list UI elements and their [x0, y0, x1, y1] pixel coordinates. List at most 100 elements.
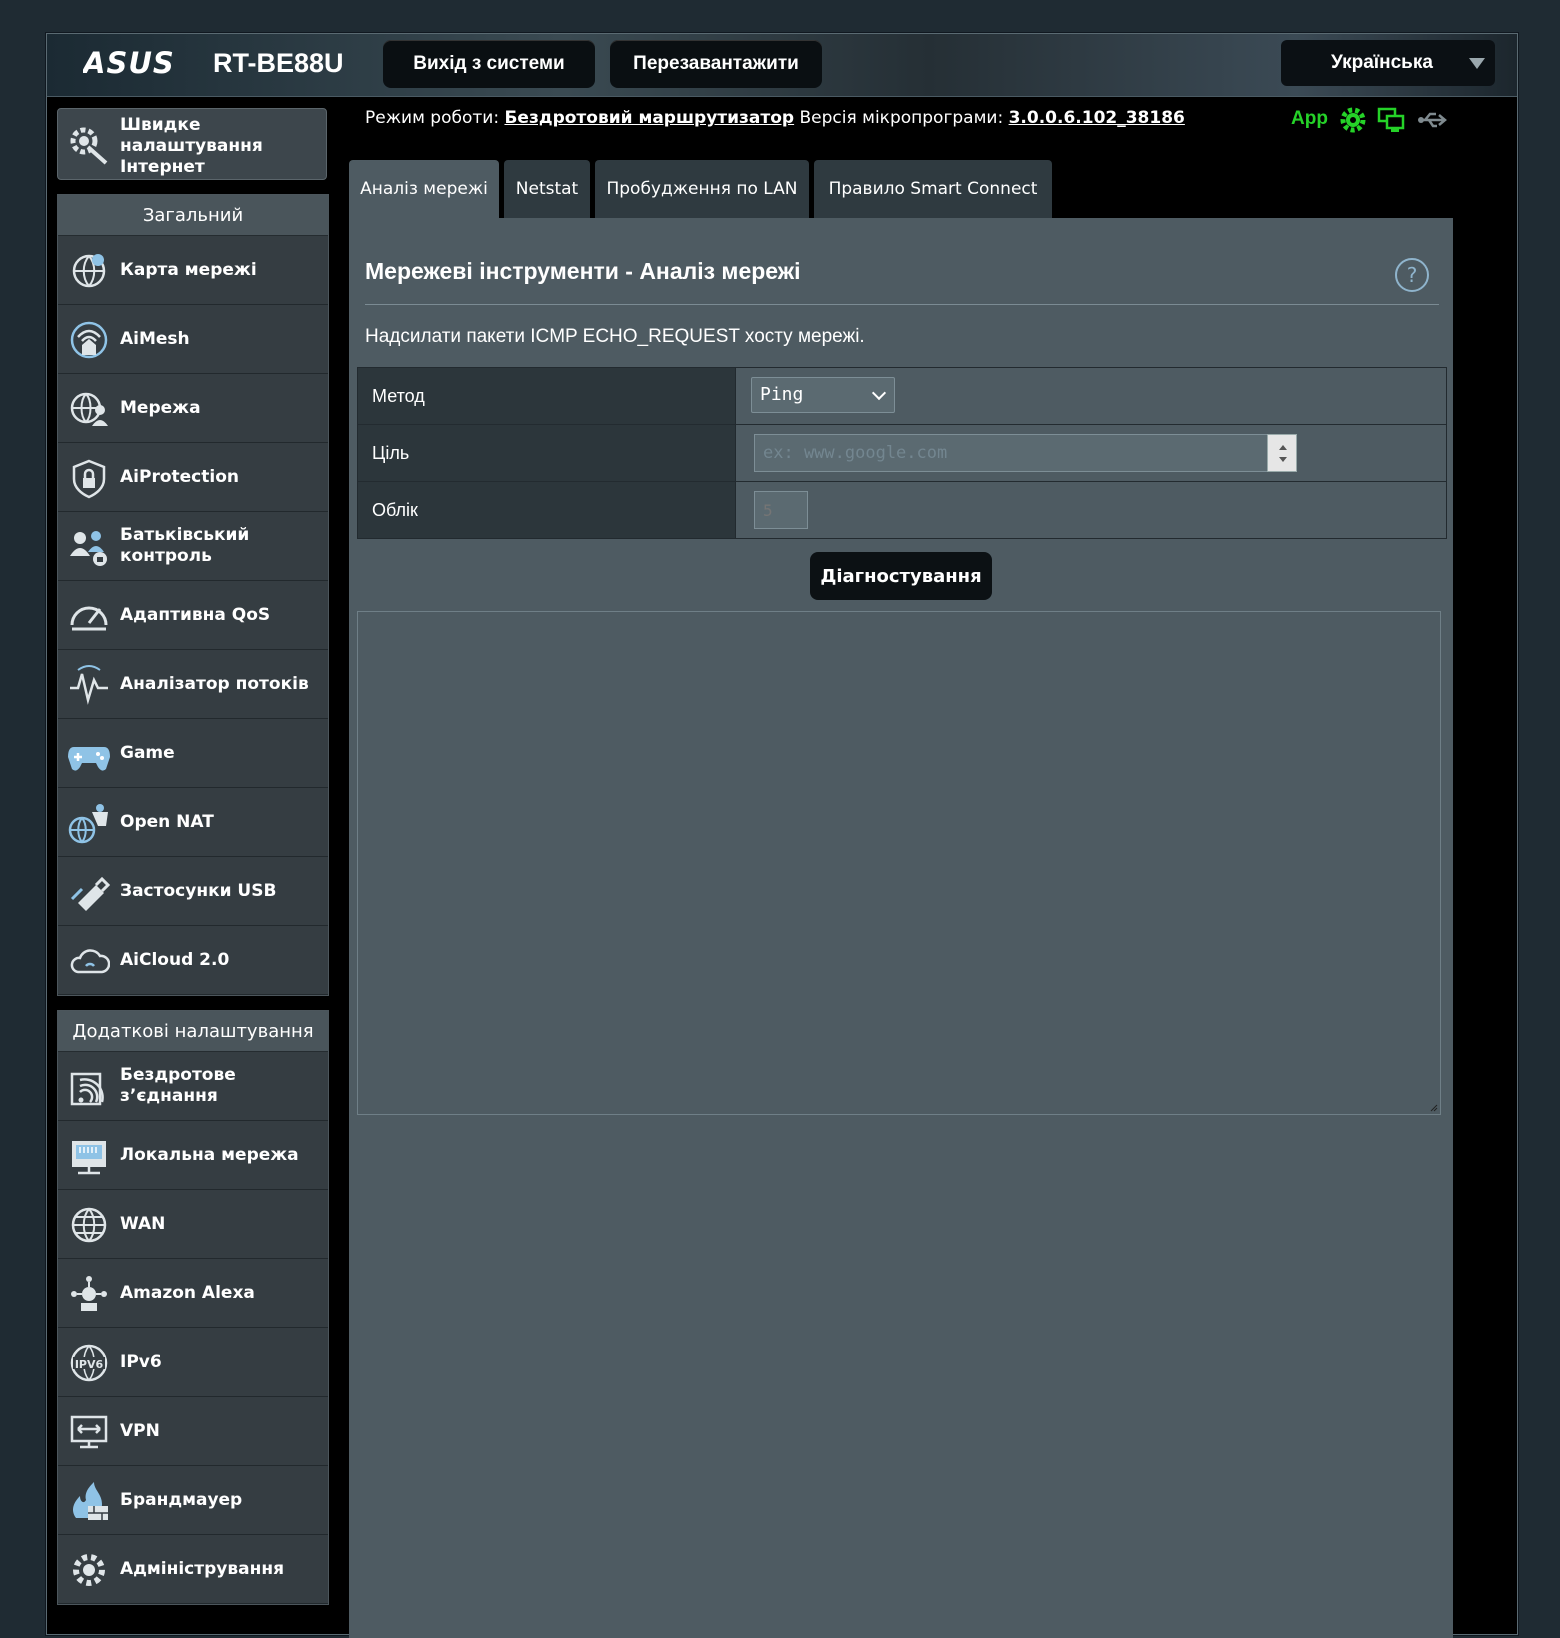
logout-button[interactable]: Вихід з системи — [383, 40, 595, 88]
sidebar-item-label: Брандмауер — [120, 1489, 243, 1510]
method-select[interactable]: Ping — [751, 377, 895, 413]
sidebar-item-admin-gear[interactable]: Адміністрування — [58, 1535, 328, 1604]
sidebar-item-gamepad[interactable]: Game — [58, 719, 328, 788]
sidebar-item-firewall[interactable]: Брандмауер — [58, 1466, 328, 1535]
sidebar-item-qos-gauge[interactable]: Адаптивна QoS — [58, 581, 328, 650]
tab-netstat[interactable]: Netstat — [504, 160, 590, 218]
result-output-textarea[interactable] — [357, 611, 1441, 1115]
method-label: Метод — [358, 368, 736, 424]
form-row-count: Облік — [358, 482, 1446, 538]
tab-network-analysis[interactable]: Аналіз мережі — [349, 160, 499, 218]
ipv6-icon: IPV6 — [68, 1342, 110, 1384]
language-select[interactable]: Українська — [1281, 40, 1495, 86]
gear-status-icon[interactable] — [1337, 104, 1369, 136]
sidebar-item-aimesh[interactable]: AiMesh — [58, 305, 328, 374]
sidebar-item-wireless[interactable]: Бездротове з’єднання — [58, 1052, 328, 1121]
sidebar-item-shield[interactable]: AiProtection — [58, 443, 328, 512]
traffic-analyzer-icon — [68, 664, 110, 706]
sidebar-item-label: Адміністрування — [120, 1558, 284, 1579]
svg-text:IPV6: IPV6 — [75, 1358, 104, 1371]
sidebar-item-alexa[interactable]: Amazon Alexa — [58, 1259, 328, 1328]
count-input[interactable] — [754, 491, 808, 529]
top-header: ASUS RT-BE88U Вихід з системи Перезавант… — [47, 34, 1517, 97]
spin-down-icon — [1279, 457, 1287, 462]
sidebar-item-label: Застосунки USB — [120, 880, 277, 901]
firewall-icon — [68, 1480, 110, 1522]
sidebar-item-label: Game — [120, 742, 175, 763]
qos-gauge-icon — [68, 595, 110, 637]
chevron-down-icon — [871, 385, 887, 401]
sidebar-item-label: VPN — [120, 1420, 160, 1441]
tab-wake-on-lan[interactable]: Пробудження по LAN — [595, 160, 809, 218]
page-title: Мережеві інструменти - Аналіз мережі — [365, 258, 801, 284]
page-description: Надсилати пакети ICMP ECHO_REQUEST хосту… — [365, 326, 865, 347]
sidebar-item-label: IPv6 — [120, 1351, 162, 1372]
router-model: RT-BE88U — [213, 48, 344, 78]
sidebar-item-lan[interactable]: Локальна мережа — [58, 1121, 328, 1190]
usb-status-icon[interactable] — [1417, 110, 1449, 130]
sidebar-item-label: Батьківський контроль — [120, 525, 250, 566]
divider — [365, 304, 1439, 305]
chevron-down-icon — [1469, 58, 1485, 69]
app-link[interactable]: App — [1291, 108, 1328, 130]
main-panel: Мережеві інструменти - Аналіз мережі ? Н… — [349, 218, 1453, 1638]
sidebar-item-cloud[interactable]: AiCloud 2.0 — [58, 926, 328, 995]
sidebar-item-label: WAN — [120, 1213, 166, 1234]
general-menu: Загальний Карта мережі AiMesh Мережа AiProt… — [57, 194, 329, 996]
operation-mode-link[interactable]: Бездротовий маршрутизатор — [504, 108, 794, 128]
router-ui-frame: ASUS RT-BE88U Вихід з системи Перезавант… — [46, 33, 1518, 1638]
lan-icon — [68, 1135, 110, 1177]
help-icon[interactable]: ? — [1395, 258, 1429, 292]
target-input[interactable] — [754, 434, 1268, 472]
firmware-version-link[interactable]: 3.0.0.6.102_38186 — [1009, 108, 1185, 128]
tab-smart-connect-rule[interactable]: Правило Smart Connect — [814, 160, 1052, 218]
general-header: Загальний — [58, 195, 328, 236]
wizard-gear-icon — [70, 127, 108, 165]
client-devices-icon[interactable] — [1377, 106, 1407, 134]
advanced-header: Додаткові налаштування — [58, 1011, 328, 1052]
sidebar-item-ipv6[interactable]: IPV6 IPv6 — [58, 1328, 328, 1397]
wireless-icon — [68, 1066, 110, 1108]
diagnose-button[interactable]: Діагностування — [810, 552, 992, 600]
sidebar-item-parental-control[interactable]: Батьківський контроль — [58, 512, 328, 581]
sidebar-item-label: Бездротове з’єднання — [120, 1065, 236, 1106]
usb-icon — [68, 871, 111, 913]
network-map-icon — [68, 250, 110, 292]
method-value: Ping — [760, 384, 804, 405]
resize-grip-icon[interactable] — [1428, 1102, 1438, 1112]
cloud-icon — [68, 940, 111, 982]
spin-up-icon — [1279, 445, 1287, 450]
firmware-label: Версія мікропрограми: — [799, 108, 1004, 128]
sidebar-item-label: Локальна мережа — [120, 1144, 299, 1165]
sidebar-item-globe[interactable]: WAN — [58, 1190, 328, 1259]
asus-logo: ASUS — [83, 48, 175, 78]
target-label: Ціль — [358, 425, 736, 481]
sidebar-item-label: AiMesh — [120, 328, 190, 349]
reboot-button[interactable]: Перезавантажити — [610, 40, 822, 88]
count-cell — [737, 482, 1446, 538]
sidebar-item-label: Аналізатор потоків — [120, 673, 309, 694]
sidebar-item-label: Мережа — [120, 397, 201, 418]
svg-text:ASUS: ASUS — [83, 48, 175, 78]
quick-internet-setup[interactable]: Швидке налаштування Інтернет — [57, 108, 327, 180]
vpn-icon — [68, 1411, 110, 1453]
globe-icon — [68, 1204, 110, 1246]
sidebar-item-label: Amazon Alexa — [120, 1282, 255, 1303]
sidebar-item-label: AiProtection — [120, 466, 239, 487]
sidebar-item-traffic-analyzer[interactable]: Аналізатор потоків — [58, 650, 328, 719]
count-label: Облік — [358, 482, 736, 538]
gamepad-icon — [68, 733, 110, 775]
sidebar-item-guest-network[interactable]: Мережа — [58, 374, 328, 443]
operation-status: Режим роботи: Бездротовий маршрутизатор … — [365, 108, 1185, 128]
admin-gear-icon — [68, 1549, 110, 1591]
sidebar-item-open-nat[interactable]: Open NAT — [58, 788, 328, 857]
parental-control-icon — [68, 526, 110, 568]
sidebar-item-label: AiCloud 2.0 — [120, 949, 230, 970]
sidebar-item-vpn[interactable]: VPN — [58, 1397, 328, 1466]
sidebar-item-usb[interactable]: Застосунки USB — [58, 857, 328, 926]
sidebar-item-label: Карта мережі — [120, 259, 257, 280]
mode-label: Режим роботи: — [365, 108, 500, 128]
sidebar-item-network-map[interactable]: Карта мережі — [58, 236, 328, 305]
target-history-spinner[interactable] — [1267, 434, 1297, 472]
form-row-target: Ціль — [358, 425, 1446, 482]
